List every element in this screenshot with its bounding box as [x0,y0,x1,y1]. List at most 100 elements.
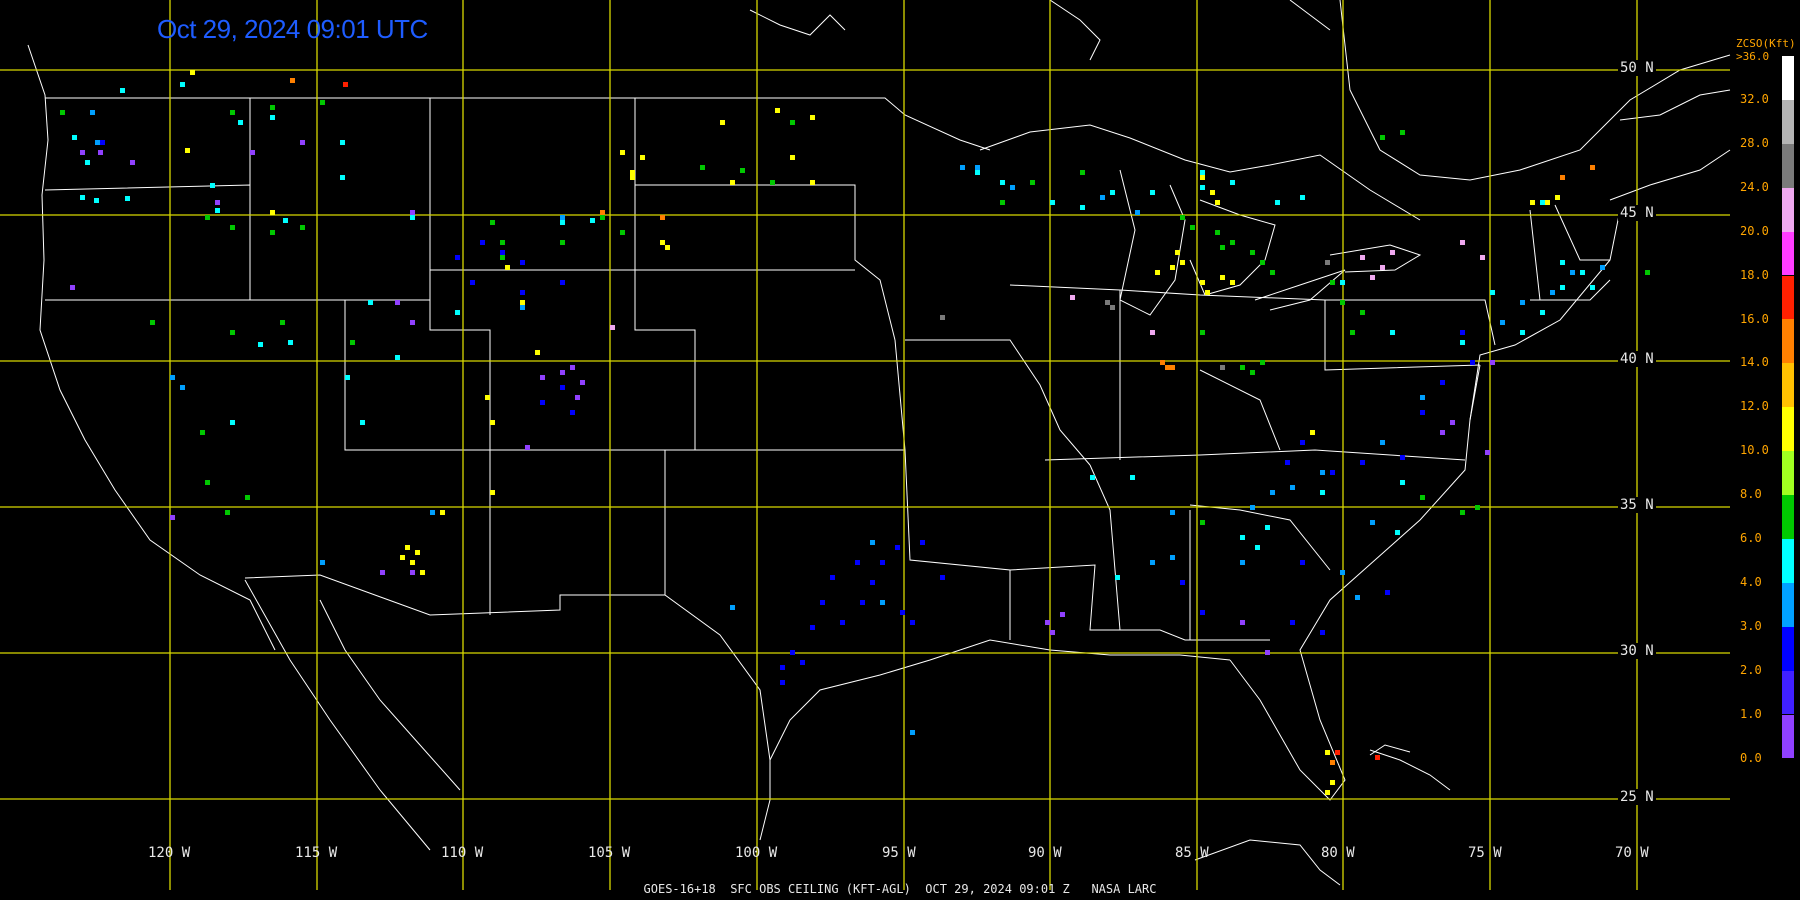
station-marker [1340,300,1345,305]
station-marker [570,410,575,415]
color-scale-label: 20.0 [1740,223,1769,238]
station-marker [320,560,325,565]
station-marker [540,375,545,380]
latitude-label: 30 N [1618,643,1656,659]
color-scale-label: 24.0 [1740,179,1769,194]
station-marker [1360,460,1365,465]
station-marker [125,196,130,201]
station-marker [975,165,980,170]
station-marker [770,180,775,185]
color-scale-label: 2.0 [1740,662,1762,677]
station-marker [1050,200,1055,205]
station-marker [1300,195,1305,200]
longitude-label: 90 W [1028,845,1062,861]
station-marker [490,220,495,225]
station-marker [1220,275,1225,280]
station-marker [1330,780,1335,785]
station-marker [560,370,565,375]
station-marker [1060,612,1065,617]
station-marker [830,575,835,580]
station-marker [420,570,425,575]
station-marker [1175,250,1180,255]
latitude-label: 50 N [1618,60,1656,76]
station-marker [90,110,95,115]
station-marker [1100,195,1105,200]
station-marker [790,155,795,160]
station-marker [1310,430,1315,435]
station-marker [730,180,735,185]
station-marker [560,280,565,285]
station-marker [1490,290,1495,295]
graticule [0,0,1730,890]
color-scale-label: 8.0 [1740,487,1762,502]
station-marker [660,240,665,245]
station-marker [225,510,230,515]
station-marker [258,342,263,347]
station-marker [1265,650,1270,655]
station-marker [1440,380,1445,385]
color-scale-swatch [1782,56,1794,100]
station-marker [283,218,288,223]
station-marker [620,150,625,155]
station-marker [1440,430,1445,435]
station-marker [290,78,295,83]
station-marker [80,195,85,200]
station-marker [535,350,540,355]
station-marker [1320,490,1325,495]
station-marker [1165,365,1170,370]
station-marker [1070,295,1075,300]
station-marker [810,625,815,630]
station-marker [1200,280,1205,285]
station-marker [1080,205,1085,210]
station-marker [1460,340,1465,345]
station-marker [170,515,175,520]
station-marker [1275,200,1280,205]
station-marker [1180,260,1185,265]
station-marker [180,385,185,390]
station-marker [810,180,815,185]
station-marker [520,300,525,305]
station-marker [1380,440,1385,445]
ceiling-map [0,0,1731,890]
station-marker [1255,545,1260,550]
station-marker [540,400,545,405]
station-marker [280,320,285,325]
station-marker [320,100,325,105]
station-marker [1360,310,1365,315]
station-marker [270,105,275,110]
station-marker [1380,265,1385,270]
station-marker [520,290,525,295]
station-marker [810,115,815,120]
station-marker [730,605,735,610]
station-marker [485,395,490,400]
station-marker [1370,275,1375,280]
color-scale-swatch [1782,451,1794,495]
station-marker [1150,560,1155,565]
station-marker [1540,310,1545,315]
station-marker [1170,365,1175,370]
station-marker [200,430,205,435]
station-marker [1325,750,1330,755]
station-marker [1200,170,1205,175]
station-marker [560,385,565,390]
station-marker [975,170,980,175]
station-marker [1050,630,1055,635]
state-boundaries [27,0,1731,886]
station-marker [1645,270,1650,275]
station-marker [180,82,185,87]
station-marker [94,198,99,203]
color-scale-swatch [1782,99,1794,144]
station-marker [250,150,255,155]
station-marker [80,150,85,155]
station-marker [1285,460,1290,465]
station-marker [520,305,525,310]
color-scale-swatch [1782,626,1794,671]
color-scale-swatch [1782,143,1794,188]
station-marker [1335,750,1340,755]
station-marker [288,340,293,345]
station-marker [170,375,175,380]
station-marker [345,375,350,380]
station-marker [1180,580,1185,585]
station-marker [1205,290,1210,295]
station-marker [1330,470,1335,475]
